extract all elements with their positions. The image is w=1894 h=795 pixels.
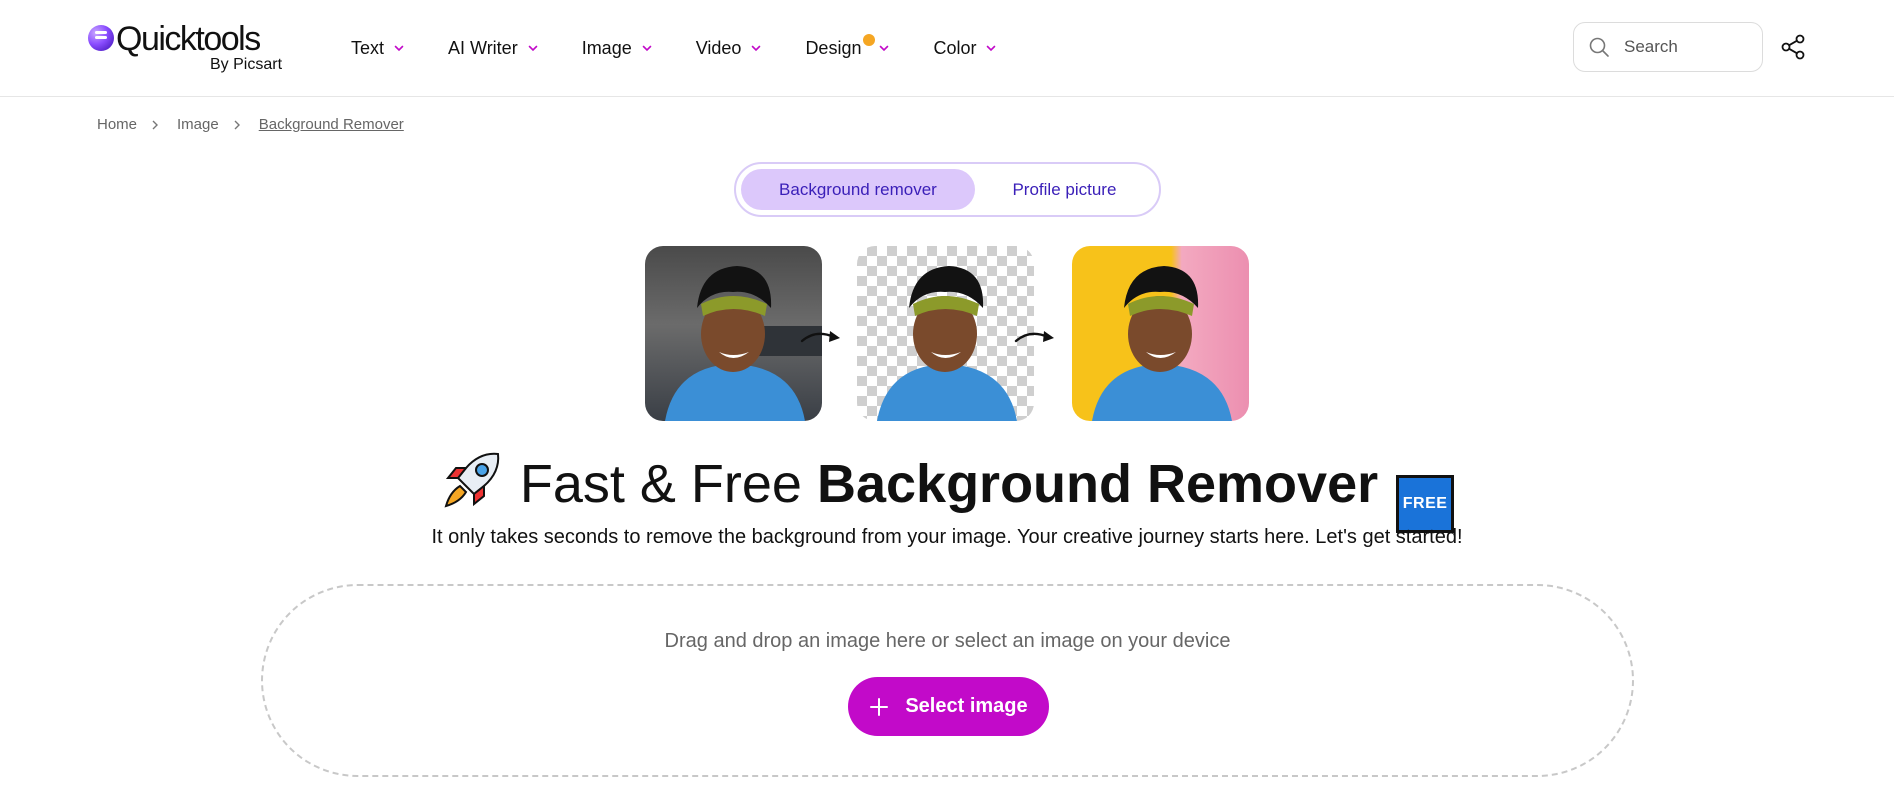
breadcrumb: Home Image Background Remover <box>97 116 404 133</box>
example-original-image <box>645 246 822 421</box>
chevron-down-icon <box>880 45 889 52</box>
search-icon <box>1589 37 1609 57</box>
title-regular: Fast & Free <box>519 454 817 514</box>
example-new-background-image <box>1072 246 1249 421</box>
nav-item-text[interactable]: Text <box>351 38 404 59</box>
dropzone-instruction: Drag and drop an image here or select an… <box>664 630 1231 652</box>
chevron-right-icon <box>234 120 240 129</box>
nav-item-video[interactable]: Video <box>696 38 762 59</box>
chevron-down-icon <box>528 45 537 52</box>
free-badge: FREE <box>1396 475 1455 533</box>
nav-item-label: AI Writer <box>448 37 518 58</box>
example-transparent-image <box>857 246 1034 421</box>
title-bold: Background Remover <box>816 454 1379 514</box>
chevron-down-icon <box>987 45 996 52</box>
nav-item-label: Color <box>933 37 977 58</box>
tab-profile-picture[interactable]: Profile picture <box>975 169 1154 210</box>
chevron-down-icon <box>752 45 761 52</box>
person-new-bg-icon <box>1092 266 1232 421</box>
tab-background-remover[interactable]: Background remover <box>741 169 975 210</box>
rocket-icon <box>444 452 500 508</box>
search-box[interactable] <box>1573 22 1763 72</box>
select-image-button[interactable]: Select image <box>848 677 1049 736</box>
breadcrumb-current[interactable]: Background Remover <box>259 116 404 133</box>
share-icon[interactable] <box>1779 33 1807 61</box>
plus-icon <box>870 697 889 716</box>
nav-item-label: Video <box>695 37 742 58</box>
nav-item-color[interactable]: Color <box>933 38 996 59</box>
tool-tabs: Background remover Profile picture <box>734 162 1161 217</box>
person-photo-icon <box>665 266 822 421</box>
chevron-down-icon <box>394 45 404 52</box>
logo-byline: By Picsart <box>210 56 283 73</box>
site-header: Quicktools By Picsart Text AI Writer Ima… <box>0 0 1894 97</box>
upload-dropzone[interactable]: Drag and drop an image here or select an… <box>261 584 1634 777</box>
logo-title: Quicktools <box>116 20 261 58</box>
nav-item-design[interactable]: Design <box>805 33 889 59</box>
chevron-right-icon <box>152 120 159 129</box>
nav-item-ai-writer[interactable]: AI Writer <box>448 38 538 59</box>
page-title: Fast & Free Background Remover FREE <box>0 448 1894 533</box>
nav-item-label: Image <box>581 37 632 58</box>
main-nav: Text AI Writer Image Video Design Color <box>351 33 1040 62</box>
breadcrumb-home[interactable]: Home <box>97 116 137 133</box>
nav-item-image[interactable]: Image <box>582 38 652 59</box>
chevron-down-icon <box>642 45 652 52</box>
nav-item-label: Design <box>805 37 862 58</box>
page-subtitle: It only takes seconds to remove the back… <box>431 526 1463 548</box>
new-badge-dot <box>863 33 876 46</box>
logo-mark-icon <box>88 25 114 51</box>
arrow-right-icon <box>1014 331 1054 343</box>
select-image-label: Select image <box>905 695 1028 717</box>
breadcrumb-image[interactable]: Image <box>177 116 219 133</box>
person-cutout-icon <box>877 266 1017 421</box>
search-input[interactable] <box>1624 37 1744 57</box>
nav-item-label: Text <box>351 37 385 58</box>
quicktools-logo[interactable]: Quicktools By Picsart <box>88 20 288 76</box>
arrow-right-icon <box>800 331 840 343</box>
